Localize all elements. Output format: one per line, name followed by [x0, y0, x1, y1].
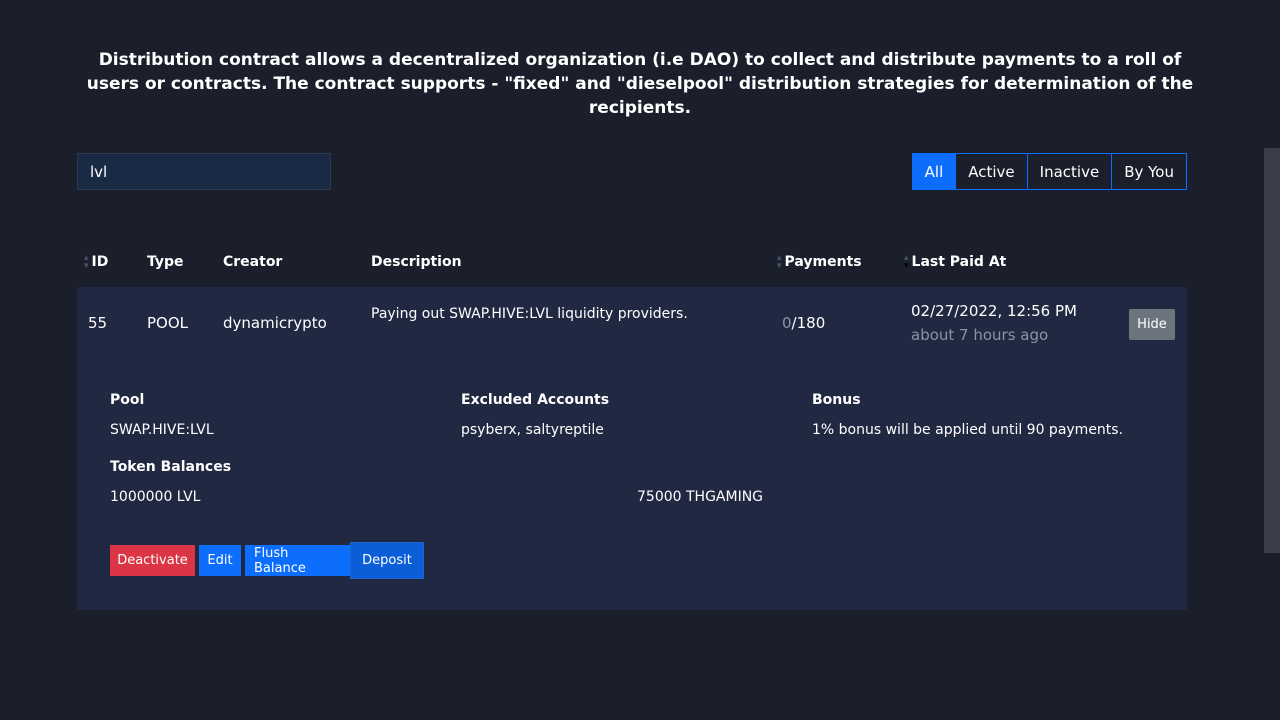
header-payments[interactable]: ▴ ▾ Payments — [777, 253, 862, 271]
hide-button[interactable]: Hide — [1129, 309, 1175, 340]
distribution-page: Distribution contract allows a decentral… — [0, 0, 1280, 720]
sort-desc-icon: ▴ ▾ — [904, 253, 909, 271]
intro-text: Distribution contract allows a decentral… — [86, 50, 1194, 118]
header-description: Description — [371, 254, 462, 270]
header-creator: Creator — [223, 254, 283, 270]
distribution-row-card: 55 POOL dynamicrypto Paying out SWAP.HIV… — [77, 287, 1187, 610]
flush-balance-button[interactable]: Flush Balance — [245, 545, 351, 576]
page-scrollbar[interactable] — [1264, 148, 1280, 553]
payments-total: /180 — [791, 314, 826, 332]
deposit-button[interactable]: Deposit — [351, 543, 423, 578]
pool-label: Pool — [110, 392, 145, 408]
header-payments-label: Payments — [784, 254, 862, 270]
row-last-paid-relative: about 7 hours ago — [911, 326, 1049, 344]
header-last-paid-label: Last Paid At — [911, 254, 1007, 270]
deactivate-button[interactable]: Deactivate — [110, 545, 195, 576]
filter-inactive-button[interactable]: Inactive — [1026, 154, 1112, 189]
token-balance-item: 75000 THGAMING — [637, 489, 764, 505]
excluded-accounts-label: Excluded Accounts — [461, 392, 610, 408]
filter-button-group: All Active Inactive By You — [911, 153, 1187, 190]
token-balances-label: Token Balances — [110, 459, 232, 475]
header-type: Type — [147, 254, 184, 270]
excluded-accounts-value: psyberx, saltyreptile — [461, 422, 604, 438]
payments-done: 0 — [782, 314, 792, 332]
filter-active-button[interactable]: Active — [955, 154, 1026, 189]
edit-button[interactable]: Edit — [199, 545, 241, 576]
bonus-label: Bonus — [812, 392, 861, 408]
filter-all-button[interactable]: All — [912, 154, 956, 189]
row-description: Paying out SWAP.HIVE:LVL liquidity provi… — [371, 306, 688, 322]
pool-value: SWAP.HIVE:LVL — [110, 422, 214, 438]
row-payments: 0/180 — [782, 314, 825, 332]
header-last-paid[interactable]: ▴ ▾ Last Paid At — [904, 253, 1007, 271]
row-type: POOL — [147, 314, 189, 332]
row-id: 55 — [88, 314, 108, 332]
sort-icon: ▴ ▾ — [84, 253, 89, 271]
filter-by-you-button[interactable]: By You — [1111, 154, 1186, 189]
header-id-label: ID — [91, 254, 109, 270]
search-input[interactable] — [77, 153, 331, 190]
header-id[interactable]: ▴ ▾ ID — [84, 253, 109, 271]
row-last-paid: 02/27/2022, 12:56 PM — [911, 302, 1077, 320]
row-creator: dynamicrypto — [223, 314, 327, 332]
token-balance-item: 1000000 LVL — [110, 489, 201, 505]
sort-icon: ▴ ▾ — [777, 253, 782, 271]
bonus-value: 1% bonus will be applied until 90 paymen… — [812, 422, 1124, 438]
